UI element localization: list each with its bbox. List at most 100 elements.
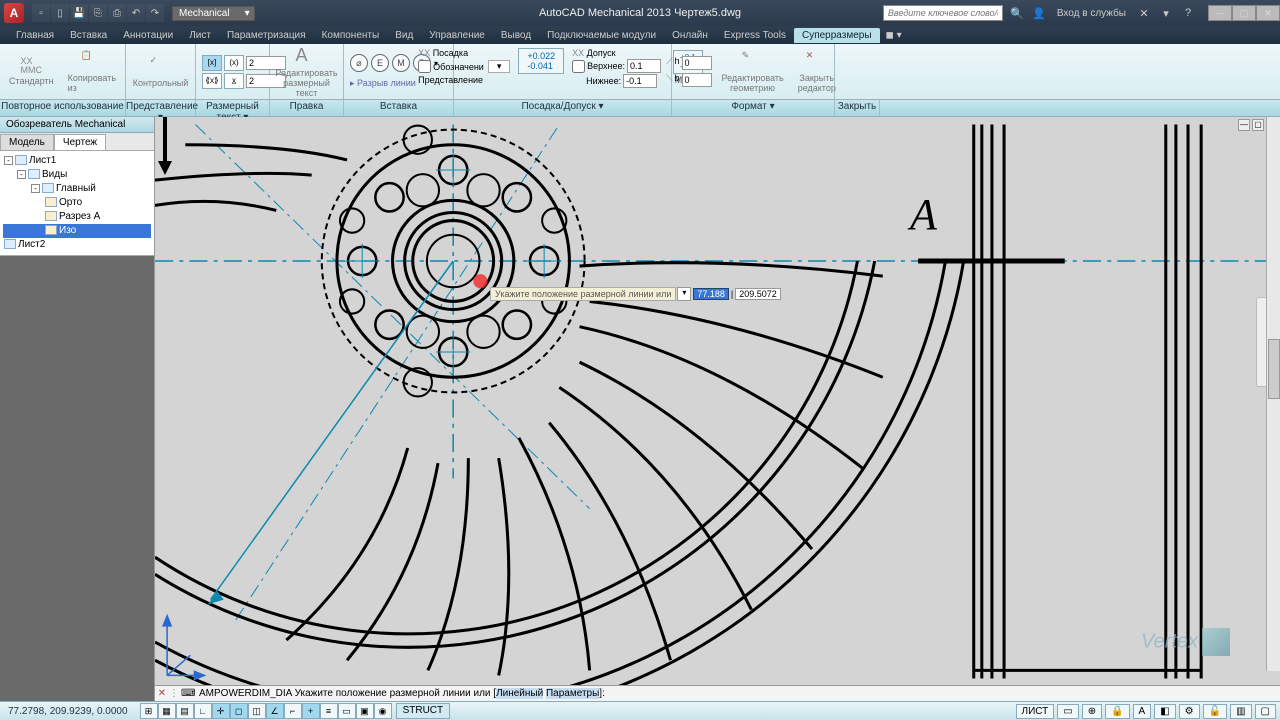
tab-components[interactable]: Компоненты [314, 28, 388, 43]
tab-annotate[interactable]: Аннотации [115, 28, 181, 43]
panel-label-fit[interactable]: Посадка/Допуск ▾ [454, 100, 672, 116]
panel-label-close[interactable]: Закрыть [835, 100, 880, 116]
tree-views[interactable]: -Виды [3, 168, 151, 182]
toggle-otrack[interactable]: ∠ [266, 703, 284, 719]
panel-label-rep[interactable]: Представление ▾ [126, 100, 196, 116]
copy-from-button[interactable]: 📋Копировать из [64, 48, 120, 95]
dynamic-value-2[interactable]: 209.5072 [735, 288, 781, 300]
tree-ortho[interactable]: Орто [3, 196, 151, 210]
tab-manage[interactable]: Управление [421, 28, 493, 43]
tree-sheet2[interactable]: Лист2 [3, 238, 151, 252]
user-icon[interactable]: 👤 [1031, 5, 1047, 21]
break-line-link[interactable]: ▸ Разрыв линии [350, 78, 416, 89]
tree-section-a[interactable]: Разрез А [3, 210, 151, 224]
browser-tab-model[interactable]: Модель [0, 134, 54, 150]
search-input[interactable] [883, 5, 1003, 21]
toggle-polar[interactable]: ✛ [212, 703, 230, 719]
mmc-button[interactable]: XXMMCСтандартн [5, 55, 58, 88]
qat-open-icon[interactable]: ▯ [51, 4, 69, 22]
status-ann-icon[interactable]: A [1133, 704, 1152, 719]
vertical-scrollbar[interactable] [1266, 117, 1280, 671]
tab-sheet[interactable]: Лист [181, 28, 219, 43]
tab-more-icon[interactable]: ◼ ▾ [882, 28, 906, 43]
cmdline-grip-icon[interactable]: ⋮ [169, 688, 181, 699]
sign-in-link[interactable]: Вход в службы [1053, 8, 1130, 19]
upper-input[interactable] [627, 59, 661, 73]
cmdline-close-icon[interactable]: ✕ [155, 688, 169, 699]
panel-label-insert[interactable]: Вставка [344, 100, 454, 116]
tab-addins[interactable]: Подключаемые модули [539, 28, 664, 43]
tab-powerdim[interactable]: Суперразмеры [794, 28, 880, 43]
command-line[interactable]: ✕ ⋮ ⌨ AMPOWERDIM_DIA Укажите положение р… [155, 685, 1280, 701]
tree-main-view[interactable]: -Главный [3, 182, 151, 196]
coordinates[interactable]: 77.2798, 209.9239, 0.0000 [0, 706, 136, 717]
qat-undo-icon[interactable]: ↶ [127, 4, 145, 22]
edit-dimtext-button[interactable]: AРедактировать размерный текст [271, 43, 341, 100]
tab-view[interactable]: Вид [387, 28, 421, 43]
qat-print-icon[interactable]: ⎙ [108, 4, 126, 22]
panel-label-edit[interactable]: Правка [270, 100, 344, 116]
toggle-ortho[interactable]: ∟ [194, 703, 212, 719]
dynamic-value-1[interactable]: 77.188 [693, 288, 729, 300]
help-icon[interactable]: ? [1180, 5, 1196, 21]
upper-checkbox[interactable] [572, 60, 585, 73]
toggle-dyn[interactable]: + [302, 703, 320, 719]
format-h-input[interactable] [682, 56, 712, 70]
e-symbol-button[interactable]: E [371, 54, 389, 72]
exchange-icon[interactable]: ✕ [1136, 5, 1152, 21]
toggle-ducs[interactable]: ⌐ [284, 703, 302, 719]
drawing-canvas[interactable]: — ▢ ✕ [155, 117, 1280, 686]
search-icon[interactable]: 🔍 [1009, 5, 1025, 21]
panel-label-format[interactable]: Формат ▾ [672, 100, 835, 116]
maximize-button[interactable]: ▢ [1232, 5, 1256, 21]
lower-input[interactable] [623, 74, 657, 88]
tab-home[interactable]: Главная [8, 28, 62, 43]
status-ws-icon[interactable]: ⚙ [1179, 704, 1200, 719]
tree-sheet1[interactable]: -Лист1 [3, 154, 151, 168]
tab-online[interactable]: Онлайн [664, 28, 716, 43]
qat-save-icon[interactable]: 💾 [70, 4, 88, 22]
inspection-button[interactable]: ✓Контрольный [129, 53, 193, 90]
toggle-lwt[interactable]: ≡ [320, 703, 338, 719]
fit-preview[interactable]: +0.022-0.041 [518, 48, 564, 74]
tree-iso[interactable]: Изо [3, 224, 151, 238]
edit-geometry-button[interactable]: ✎Редактировать геометрию [718, 48, 788, 95]
workspace-dropdown[interactable]: Mechanical [172, 6, 255, 21]
brackets-dbl-button[interactable]: ⟪x⟫ [202, 73, 222, 89]
close-button[interactable]: ✕ [1256, 5, 1280, 21]
toggle-infer[interactable]: ⊞ [140, 703, 158, 719]
close-editor-button[interactable]: ✕Закрыть редактор [794, 48, 840, 95]
toggle-qp[interactable]: ▣ [356, 703, 374, 719]
notation-dd[interactable]: ▾ [488, 60, 511, 73]
qat-new-icon[interactable]: ▫ [32, 4, 50, 22]
status-hw-icon[interactable]: ▥ [1230, 704, 1251, 719]
status-lock-icon[interactable]: 🔓 [1203, 704, 1227, 719]
dynamic-options-icon[interactable]: ▾ [677, 287, 691, 301]
toggle-osnap[interactable]: ◻ [230, 703, 248, 719]
layout-button[interactable]: ЛИСТ [1016, 704, 1055, 719]
status-rec-icon[interactable]: ▭ [1057, 704, 1078, 719]
minimize-button[interactable]: — [1208, 5, 1232, 21]
tab-express[interactable]: Express Tools [716, 28, 794, 43]
browser-tab-drawing[interactable]: Чертеж [54, 134, 106, 150]
app-icon[interactable]: A [4, 3, 24, 23]
panel-label-reuse[interactable]: Повторное использование [0, 100, 126, 116]
tab-parametric[interactable]: Параметризация [219, 28, 314, 43]
chevron-down-icon[interactable]: ▾ [1158, 5, 1174, 21]
brackets-sq-button[interactable]: [x] [202, 55, 222, 71]
toggle-grid[interactable]: ▤ [176, 703, 194, 719]
notation-checkbox[interactable] [418, 60, 431, 73]
format-b-input[interactable] [682, 73, 712, 87]
toggle-sc[interactable]: ◉ [374, 703, 392, 719]
brackets-rnd-button[interactable]: (x) [224, 55, 244, 71]
struct-button[interactable]: STRUCT [396, 703, 451, 719]
status-iso-icon[interactable]: ◧ [1154, 704, 1175, 719]
toggle-3dosnap[interactable]: ◫ [248, 703, 266, 719]
qat-saveas-icon[interactable]: ⎘ [89, 4, 107, 22]
qat-redo-icon[interactable]: ↷ [146, 4, 164, 22]
underline-button[interactable]: x̲ [224, 73, 244, 89]
status-nav-icon[interactable]: ⊕ [1082, 704, 1102, 719]
toggle-snap[interactable]: ▦ [158, 703, 176, 719]
status-clean-icon[interactable]: ▢ [1255, 704, 1276, 719]
tab-insert[interactable]: Вставка [62, 28, 115, 43]
